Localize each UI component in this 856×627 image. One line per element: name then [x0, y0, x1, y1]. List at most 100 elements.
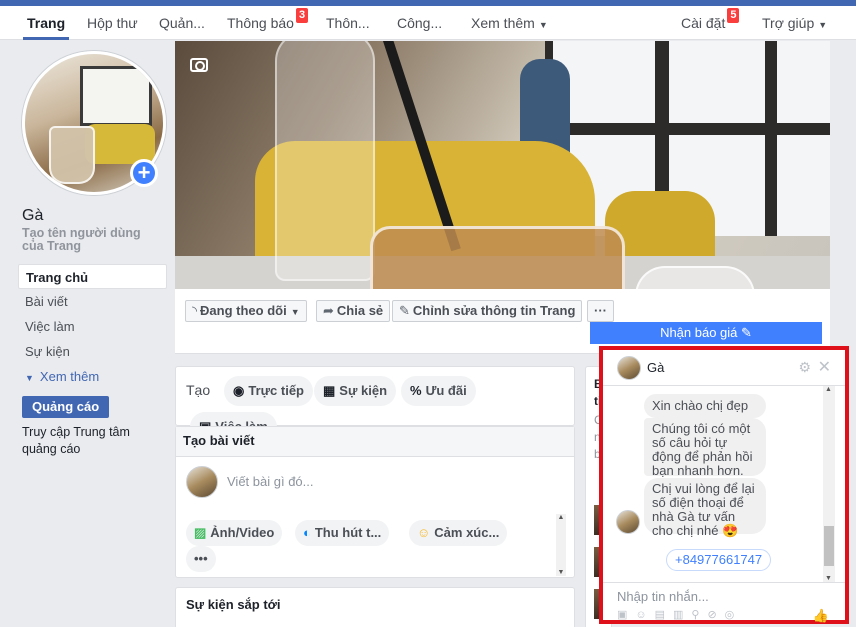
tab-page[interactable]: Trang [22, 6, 70, 40]
chip-label: Ưu đãi [425, 383, 467, 398]
sidebar-item-label: Xem thêm [39, 369, 100, 384]
profile-photo-window [80, 66, 152, 126]
chat-avatar [617, 356, 641, 380]
rss-icon: ◝ [192, 303, 198, 318]
create-post-card: Tạo bài viết Viết bài gì đó... ▨ Ảnh/Vide… [175, 426, 575, 578]
pencil-icon: ✎ [399, 303, 410, 318]
more-chip[interactable]: ••• [186, 546, 216, 572]
chat-message-input[interactable]: Nhập tin nhắn... [617, 589, 709, 604]
chip-label: Trực tiếp [248, 383, 304, 398]
cover-photo-glass [635, 266, 755, 289]
chat-message: Chúng tôi có một số câu hỏi tự động để p… [644, 418, 766, 478]
phone-quick-reply[interactable]: +84977661747 [666, 549, 772, 571]
photo-video-chip[interactable]: ▨ Ảnh/Video [186, 520, 283, 546]
post-composer-input[interactable]: Viết bài gì đó... [227, 474, 314, 489]
chevron-down-icon: ▼ [25, 373, 34, 383]
calendar-icon: ▦ [323, 383, 336, 398]
tab-label: Hộp thư [87, 15, 138, 31]
chat-input-area: Nhập tin nhắn... ▣☺▤▥⚲⊘◎ 👍 [603, 582, 845, 623]
thumbs-up-icon[interactable]: 👍 [813, 608, 829, 624]
tab-notifications[interactable]: Thông báo 3 [227, 6, 309, 40]
scroll-up-icon[interactable]: ▲ [556, 514, 566, 521]
tab-tools[interactable]: Công... [397, 6, 442, 40]
tab-insights[interactable]: Thôn... [326, 6, 370, 40]
sidebar-item-posts[interactable]: Bài viết [18, 289, 167, 314]
tab-label: Thông báo [227, 15, 294, 31]
messenger-chat-window: Gà ⚙ ✕ Xin chào chị đẹp Chúng tôi có một… [600, 347, 848, 623]
tab-label: Thôn... [326, 15, 370, 31]
sidebar-item-jobs[interactable]: Việc làm [18, 314, 167, 339]
sidebar-item-home[interactable]: Trang chủ [18, 264, 167, 289]
event-chip[interactable]: ▦ Sự kiện [314, 376, 397, 406]
tab-label: Xem thêm [471, 15, 535, 31]
sidebar-item-see-more[interactable]: ▼ Xem thêm [18, 364, 167, 389]
more-options-button[interactable]: ··· [587, 300, 614, 322]
scroll-down-icon[interactable]: ▼ [556, 569, 566, 576]
post-scrollbar[interactable]: ▲ ▼ [556, 514, 566, 576]
add-photo-icon[interactable]: + [130, 159, 158, 187]
button-label: Chỉnh sửa thông tin Trang [412, 303, 576, 318]
ad-center-link[interactable]: Truy cập Trung tâm quảng cáo [22, 424, 162, 458]
chat-messages: Xin chào chị đẹp Chúng tôi có một số câu… [603, 386, 845, 582]
sidebar-item-events[interactable]: Sự kiện [18, 339, 167, 364]
chip-label: Ảnh/Video [210, 525, 275, 540]
chat-toolbar-icons[interactable]: ▣☺▤▥⚲⊘◎ [617, 608, 742, 621]
scroll-up-icon[interactable]: ▲ [825, 386, 832, 393]
create-username-link[interactable]: Tạo tên người dùng của Trang [22, 227, 162, 253]
messenger-chip[interactable]: ◐ Thu hút t... [295, 520, 390, 546]
camera-icon: ◉ [233, 383, 245, 398]
sidebar-nav: Trang chủ Bài viết Việc làm Sự kiện ▼ Xem… [18, 264, 167, 389]
notifications-badge: 3 [295, 8, 309, 23]
create-label: Tạo [186, 382, 211, 398]
share-button[interactable]: ➦ Chia sẻ [316, 300, 391, 322]
edit-page-info-button[interactable]: ✎ Chỉnh sửa thông tin Trang [392, 300, 583, 322]
tab-label: Trang [27, 15, 66, 31]
messenger-icon: ◐ [303, 525, 311, 540]
tab-manage[interactable]: Quản... [159, 6, 205, 40]
tab-inbox[interactable]: Hộp thư [87, 6, 138, 40]
tab-settings[interactable]: Cài đặt 5 [681, 6, 740, 40]
cover-photo[interactable] [175, 41, 830, 289]
create-bar: Tạo ◉Trực tiếp ▦Sự kiện %Ưu đãi ▣Việc là… [175, 366, 575, 442]
button-label: Đang theo dõi [200, 303, 287, 318]
chip-label: Sự kiện [339, 383, 388, 398]
page-name: Gà [22, 207, 44, 224]
tab-see-more[interactable]: Xem thêm ▼ [471, 6, 548, 40]
cover-photo-bottle [275, 41, 375, 281]
photo-icon: ▨ [194, 525, 207, 540]
chat-message: Xin chào chị đẹp [644, 394, 766, 418]
following-button[interactable]: ◝ Đang theo dõi ▼ [185, 300, 307, 322]
create-post-header: Tạo bài viết [176, 427, 574, 457]
close-icon[interactable]: ✕ [818, 357, 831, 377]
offer-chip[interactable]: % Ưu đãi [401, 376, 476, 406]
cover-photo-window-frame [545, 123, 830, 135]
tab-label: Trợ giúp [762, 15, 815, 31]
scrollbar-thumb[interactable] [824, 526, 834, 566]
share-icon: ➦ [323, 303, 334, 318]
cover-photo-window-frame [765, 41, 777, 236]
upcoming-events-card: Sự kiện sắp tới [175, 587, 575, 627]
feeling-chip[interactable]: ☺ Cảm xúc... [409, 520, 508, 546]
promote-button[interactable]: Quảng cáo [22, 396, 110, 418]
percent-icon: % [410, 383, 422, 398]
camera-icon[interactable] [190, 58, 208, 72]
page-top-nav: Trang Hộp thư Quản... Thông báo 3 Thôn...… [0, 6, 856, 40]
cover-photo-glass [370, 226, 625, 289]
chat-header[interactable]: Gà ⚙ ✕ [603, 350, 845, 386]
button-label: Chia sẻ [336, 303, 384, 318]
gear-icon[interactable]: ⚙ [798, 359, 811, 376]
chat-message: Chị vui lòng để lại số điện thoại để nhà… [644, 478, 766, 538]
scroll-down-icon[interactable]: ▼ [825, 575, 832, 582]
chat-avatar [616, 510, 640, 534]
profile-photo-chair [85, 124, 155, 164]
chat-scrollbar[interactable]: ▲ ▼ [823, 386, 835, 582]
tab-label: Công... [397, 15, 443, 31]
get-quote-button[interactable]: Nhận báo giá ✎ [590, 322, 822, 344]
tab-label: Quản... [159, 15, 205, 31]
caret-down-icon: ▼ [538, 20, 548, 30]
live-video-chip[interactable]: ◉ Trực tiếp [224, 376, 313, 406]
smiley-icon: ☺ [417, 525, 431, 540]
chip-label: Thu hút t... [314, 525, 382, 540]
tab-help[interactable]: Trợ giúp ▼ [762, 6, 827, 40]
caret-down-icon: ▼ [290, 307, 300, 317]
